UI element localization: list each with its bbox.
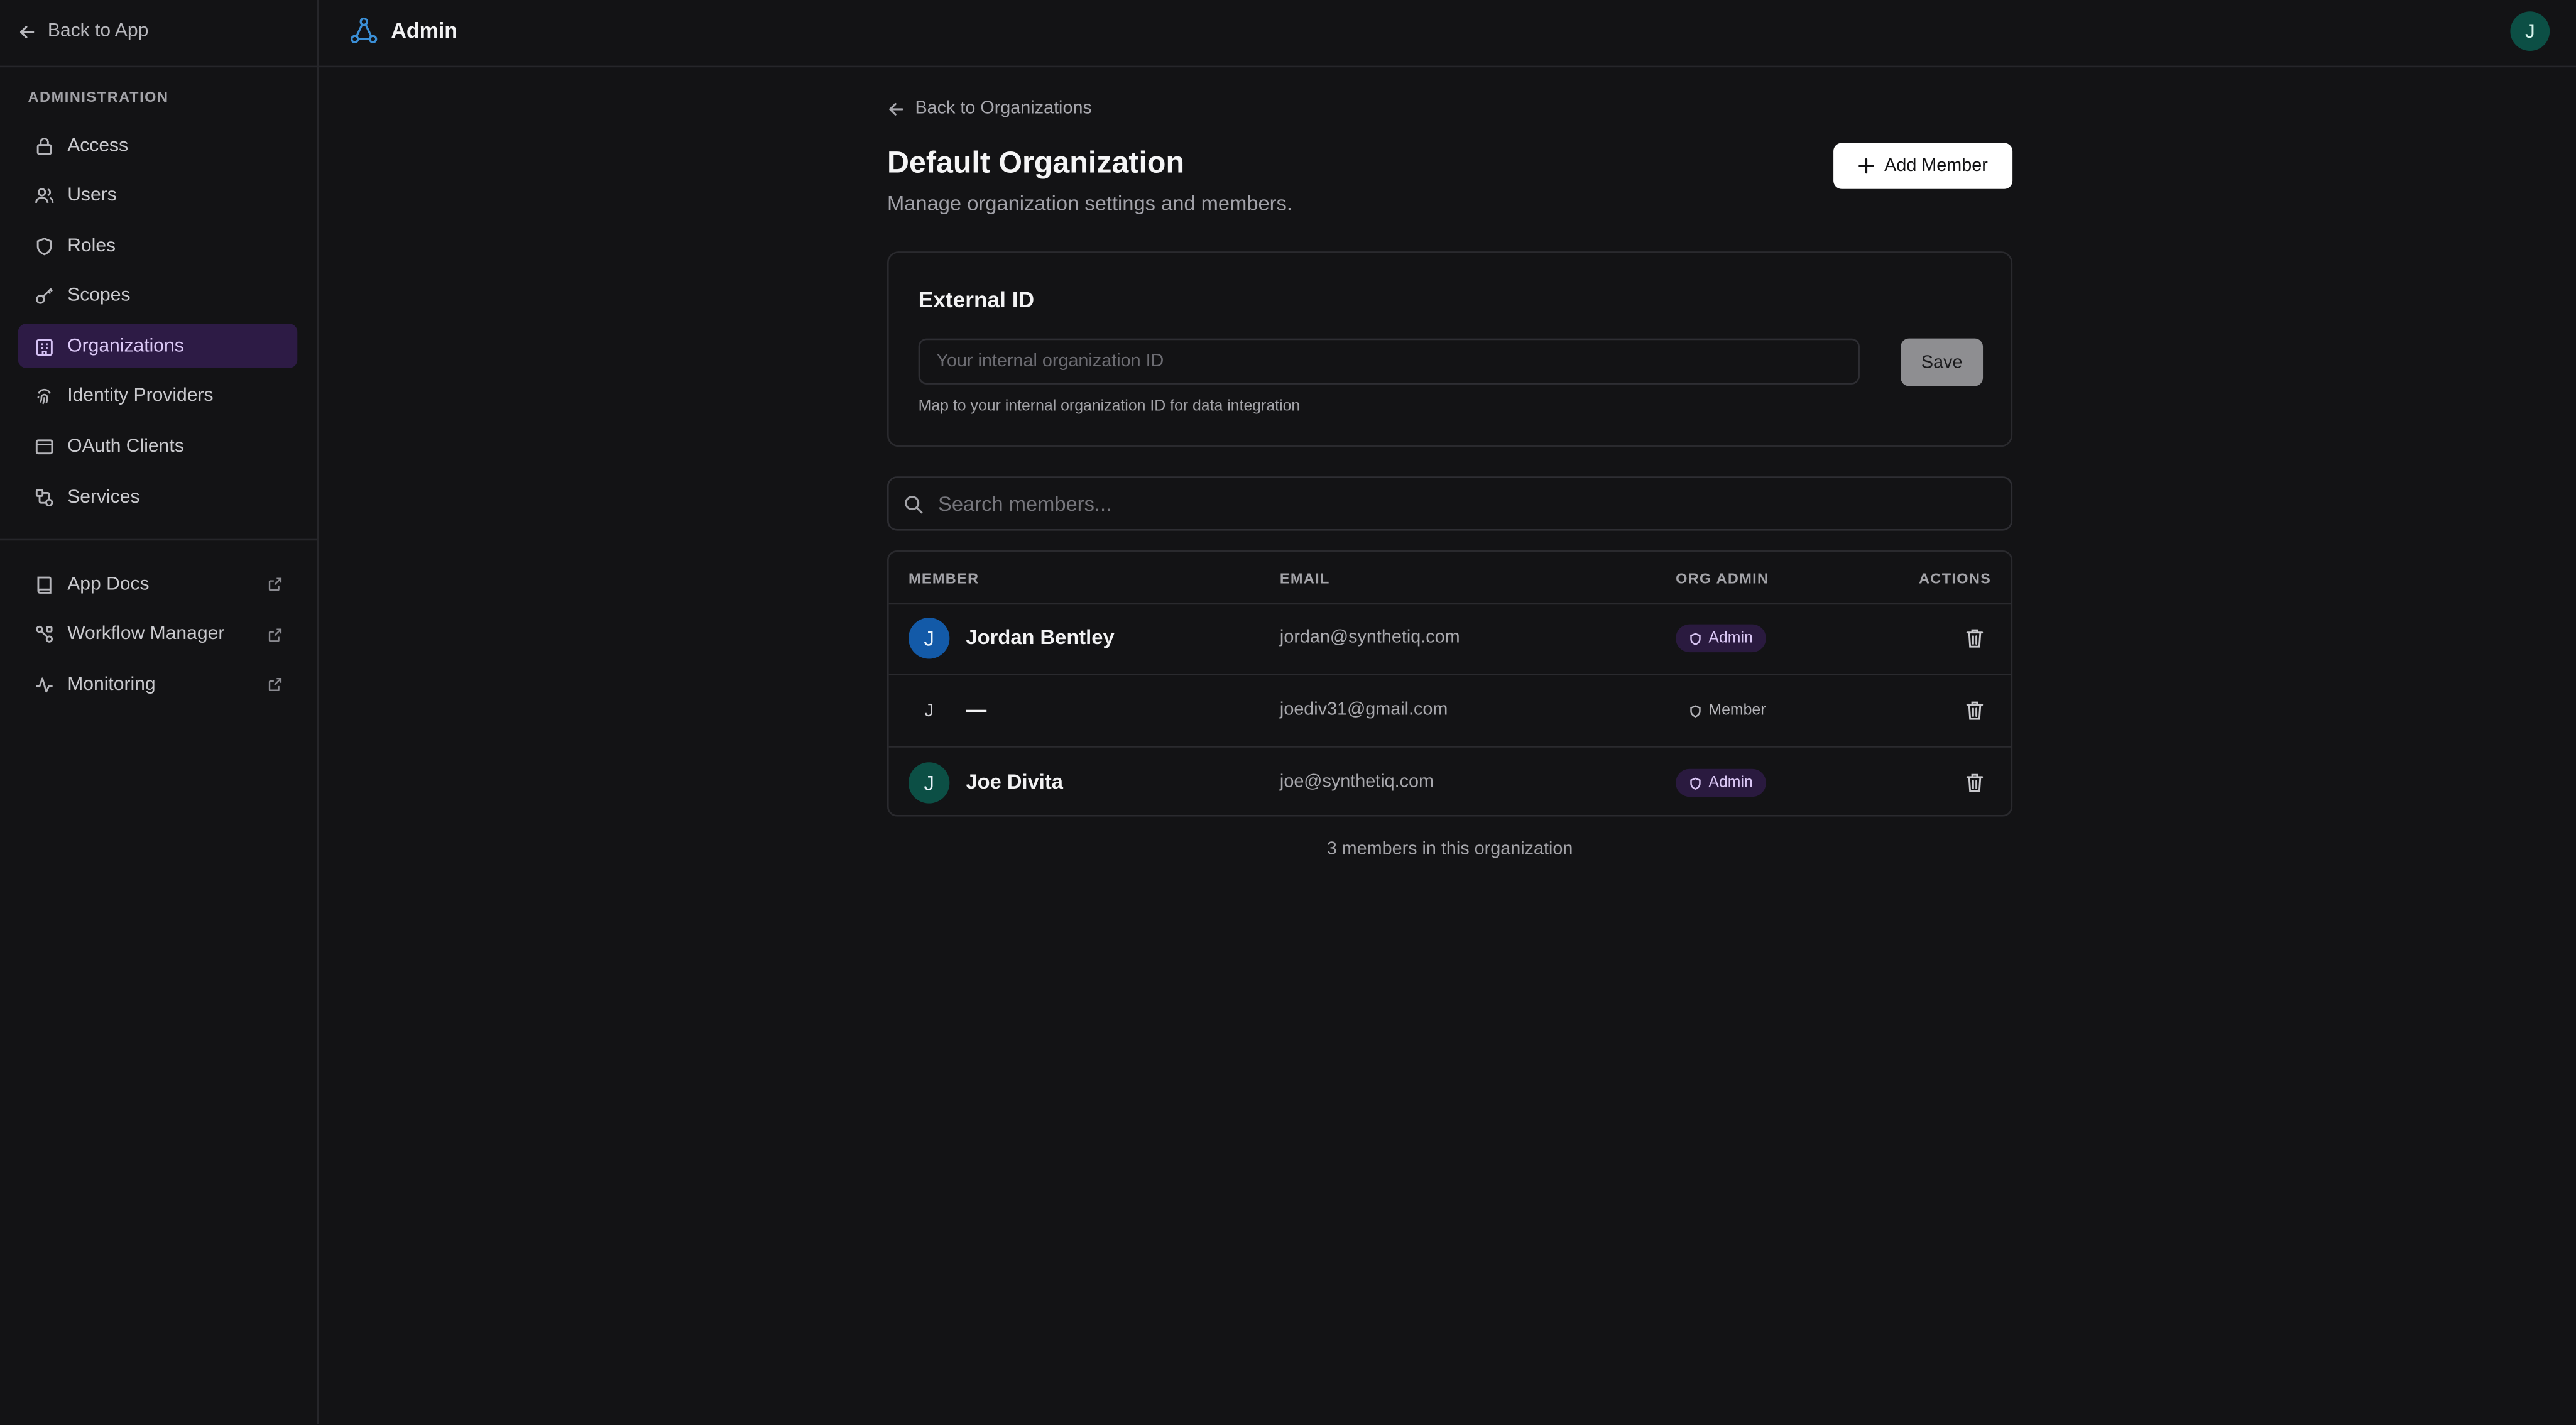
add-member-button[interactable]: Add Member	[1833, 143, 2013, 189]
section-label: ADMINISTRATION	[28, 89, 169, 106]
sidebar-item-monitoring[interactable]: Monitoring	[18, 662, 298, 707]
external-id-title: External ID	[918, 287, 1035, 312]
sidebar-divider	[0, 538, 317, 541]
add-member-label: Add Member	[1884, 156, 1988, 176]
role-badge: Member	[1676, 697, 1779, 724]
sidebar-item-roles[interactable]: Roles	[18, 224, 298, 268]
external-id-input[interactable]	[918, 338, 1860, 385]
plus-icon	[1858, 158, 1874, 174]
building-icon	[33, 336, 54, 357]
key-icon	[33, 285, 54, 307]
users-icon	[33, 185, 54, 206]
fingerprint-icon	[33, 386, 54, 407]
external-link-icon	[268, 678, 282, 692]
shield-icon	[1690, 632, 1701, 645]
table-header: MEMBER EMAIL ORG ADMIN ACTIONS	[888, 552, 2011, 605]
sidebar-item-app-docs[interactable]: App Docs	[18, 562, 298, 606]
back-to-organizations-link[interactable]: Back to Organizations	[887, 99, 1092, 118]
column-header-member: MEMBER	[908, 570, 980, 587]
column-header-actions: ACTIONS	[1919, 570, 1992, 587]
member-name: Joe Divita	[966, 770, 1063, 794]
sidebar-item-access[interactable]: Access	[18, 123, 298, 168]
search-input[interactable]	[938, 486, 1990, 523]
role-label: Admin	[1708, 629, 1753, 648]
members-table: MEMBER EMAIL ORG ADMIN ACTIONS J Jordan …	[887, 550, 2013, 817]
avatar: J	[924, 701, 934, 721]
app-title: Admin	[391, 18, 458, 43]
external-link-icon	[268, 577, 282, 591]
lock-icon	[33, 134, 54, 156]
member-email: joe@synthetiq.com	[1279, 772, 1434, 792]
sidebar-item-label: Scopes	[67, 286, 131, 307]
sidebar-item-services[interactable]: Services	[18, 475, 298, 520]
back-to-organizations-label: Back to Organizations	[915, 98, 1092, 119]
role-badge: Admin	[1676, 768, 1766, 797]
back-to-app-label: Back to App	[47, 21, 149, 41]
top-bar: Admin J	[319, 0, 2576, 68]
sidebar-item-organizations[interactable]: Organizations	[18, 324, 298, 369]
page-subtitle: Manage organization settings and members…	[887, 192, 1292, 216]
table-row: J Jordan Bentley jordan@synthetiq.com Ad…	[888, 603, 2011, 675]
external-id-hint: Map to your internal organization ID for…	[918, 397, 1301, 416]
member-email: joediv31@gmail.com	[1279, 699, 1448, 720]
sidebar-item-label: Workflow Manager	[67, 624, 225, 645]
app-root: Back to App ADMINISTRATION Access Users …	[0, 0, 2576, 1425]
external-id-card: External ID Save Map to your internal or…	[887, 251, 2013, 447]
sidebar-item-label: Monitoring	[67, 674, 156, 695]
page-title: Default Organization	[887, 145, 1185, 180]
role-label: Admin	[1708, 773, 1753, 792]
member-name: Jordan Bentley	[966, 626, 1115, 649]
sidebar-item-label: Access	[67, 135, 129, 156]
sidebar-nav: Access Users Roles Scopes Organizations …	[18, 123, 298, 525]
sidebar-item-label: Identity Providers	[67, 386, 214, 407]
member-email: jordan@synthetiq.com	[1279, 627, 1460, 648]
brand: Admin	[350, 16, 457, 44]
shield-icon	[1690, 704, 1701, 717]
sidebar-divider	[0, 65, 317, 68]
trash-icon[interactable]	[1965, 628, 1984, 649]
sidebar-item-label: OAuth Clients	[67, 437, 184, 457]
role-label: Member	[1708, 701, 1766, 720]
trash-icon[interactable]	[1965, 772, 1984, 794]
member-name: —	[966, 698, 987, 721]
sidebar-item-identity-providers[interactable]: Identity Providers	[18, 374, 298, 419]
shield-icon	[33, 235, 54, 256]
services-icon	[33, 486, 54, 508]
avatar: J	[908, 618, 950, 659]
column-header-org-admin: ORG ADMIN	[1676, 570, 1769, 587]
table-row: J Joe Divita joe@synthetiq.com Admin	[889, 748, 2011, 815]
workflow-icon	[33, 624, 54, 645]
window-icon	[33, 436, 54, 457]
trash-icon[interactable]	[1965, 700, 1984, 721]
search-icon	[905, 496, 923, 514]
sidebar-item-label: Roles	[67, 236, 116, 256]
sidebar-item-label: Services	[67, 487, 140, 508]
avatar: J	[908, 762, 950, 804]
sidebar-item-label: Organizations	[67, 336, 184, 357]
sidebar-item-oauth-clients[interactable]: OAuth Clients	[18, 425, 298, 469]
viewport: Back to App ADMINISTRATION Access Users …	[0, 0, 2576, 1425]
sidebar-item-scopes[interactable]: Scopes	[18, 274, 298, 319]
column-header-email: EMAIL	[1279, 570, 1330, 587]
sidebar-item-label: App Docs	[67, 574, 150, 594]
book-icon	[33, 574, 54, 595]
logo-icon	[351, 17, 378, 43]
member-search	[887, 476, 2013, 531]
activity-icon	[33, 674, 54, 696]
sidebar-item-users[interactable]: Users	[18, 173, 298, 218]
role-badge: Admin	[1676, 624, 1766, 653]
external-link-icon	[268, 628, 282, 642]
arrow-left-icon	[19, 25, 35, 38]
table-row: J — joediv31@gmail.com Member	[888, 675, 2011, 748]
back-to-app-link[interactable]: Back to App	[18, 18, 149, 45]
save-button[interactable]: Save	[1901, 338, 1984, 386]
sidebar-item-label: Users	[67, 185, 117, 206]
shield-icon	[1690, 777, 1701, 789]
sidebar-external-nav: App Docs Workflow Manager Monitoring	[18, 562, 298, 712]
sidebar: Back to App ADMINISTRATION Access Users …	[0, 0, 319, 1425]
arrow-left-icon	[889, 102, 903, 115]
sidebar-item-workflow-manager[interactable]: Workflow Manager	[18, 612, 298, 657]
member-count: 3 members in this organization	[1326, 839, 1573, 860]
user-avatar[interactable]: J	[2510, 11, 2550, 52]
